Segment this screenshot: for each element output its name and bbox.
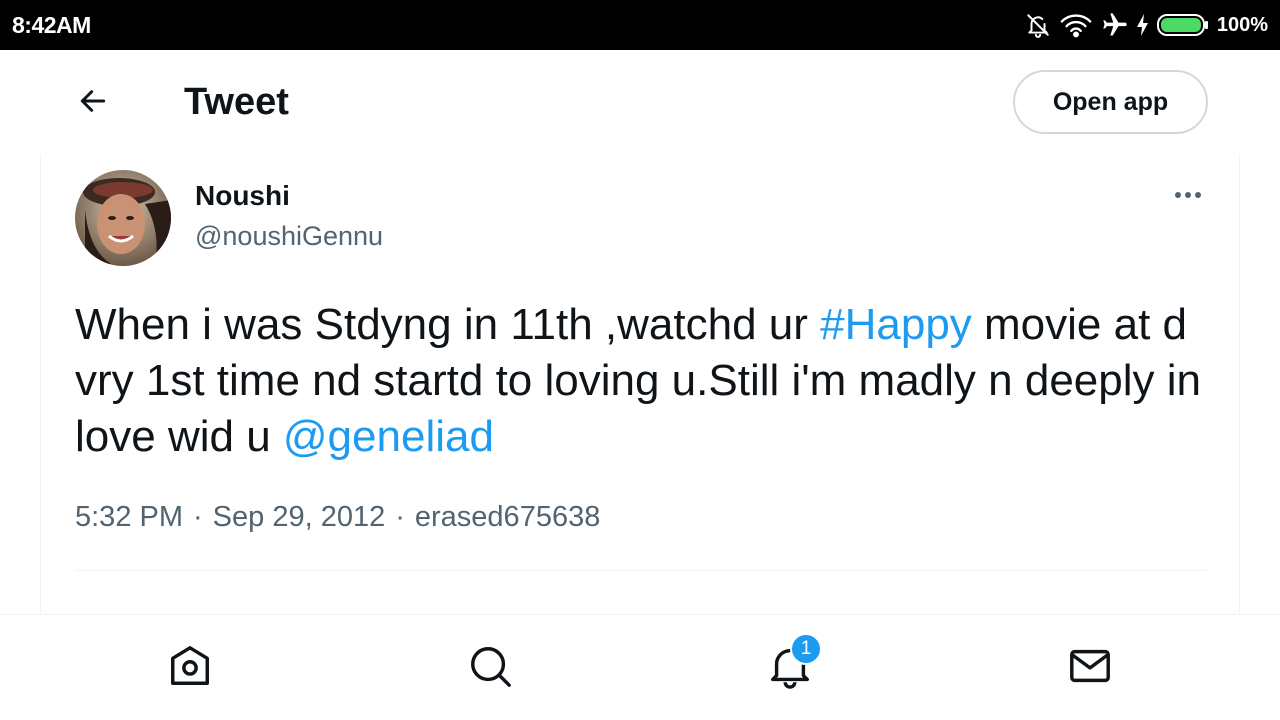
status-time: 8:42AM	[12, 12, 91, 38]
nav-home[interactable]	[165, 643, 215, 693]
more-horizontal-icon-dot	[1185, 192, 1191, 198]
notification-badge: 1	[790, 633, 822, 665]
tweet-card: Noushi @noushiGennu When i was Stdyng in…	[40, 154, 1240, 615]
tweet-source: erased675638	[414, 501, 601, 533]
bottom-navigation: 1	[0, 614, 1280, 720]
more-horizontal-icon-dot	[1195, 192, 1201, 198]
nav-search[interactable]	[465, 643, 515, 693]
tweet-text: When i was Stdyng in 11th ,watchd ur #Ha…	[75, 297, 1215, 465]
tweet-date[interactable]: Sep 29, 2012	[213, 501, 386, 533]
author-display-name[interactable]: Noushi	[195, 180, 290, 212]
mention-link[interactable]: @geneliad	[283, 412, 494, 461]
meta-separator: ·	[395, 501, 405, 533]
meta-separator: ·	[193, 501, 203, 533]
battery-percent: 100%	[1216, 13, 1268, 36]
home-icon	[167, 643, 213, 694]
author-handle[interactable]: @noushiGennu	[195, 221, 383, 252]
charging-bolt-icon	[1136, 14, 1149, 36]
hashtag-link[interactable]: #Happy	[820, 300, 972, 349]
nav-messages[interactable]	[1065, 643, 1115, 693]
notifications-off-icon	[1025, 12, 1051, 38]
divider	[75, 570, 1207, 571]
top-app-bar: Tweet Open app	[0, 50, 1280, 154]
airplane-icon	[1101, 11, 1129, 39]
battery-icon	[1156, 14, 1209, 36]
status-bar: 8:42AM 100%	[0, 0, 1280, 50]
tweet-meta: 5:32 PM · Sep 29, 2012 · erased675638	[75, 501, 600, 534]
tweet-time[interactable]: 5:32 PM	[75, 501, 183, 533]
wifi-icon	[1059, 12, 1093, 38]
more-horizontal-icon-dot	[1175, 192, 1181, 198]
search-icon	[467, 643, 513, 694]
tweet-text-part: When i was Stdyng in 11th ,watchd ur	[75, 300, 821, 349]
back-button[interactable]	[70, 80, 116, 126]
arrow-left-icon	[77, 85, 109, 122]
avatar[interactable]	[75, 170, 171, 266]
more-options-button[interactable]	[1165, 180, 1211, 210]
open-app-button[interactable]: Open app	[1013, 70, 1208, 134]
status-icons: 100%	[1025, 10, 1268, 40]
mail-icon	[1067, 643, 1113, 694]
page-title: Tweet	[184, 81, 289, 123]
